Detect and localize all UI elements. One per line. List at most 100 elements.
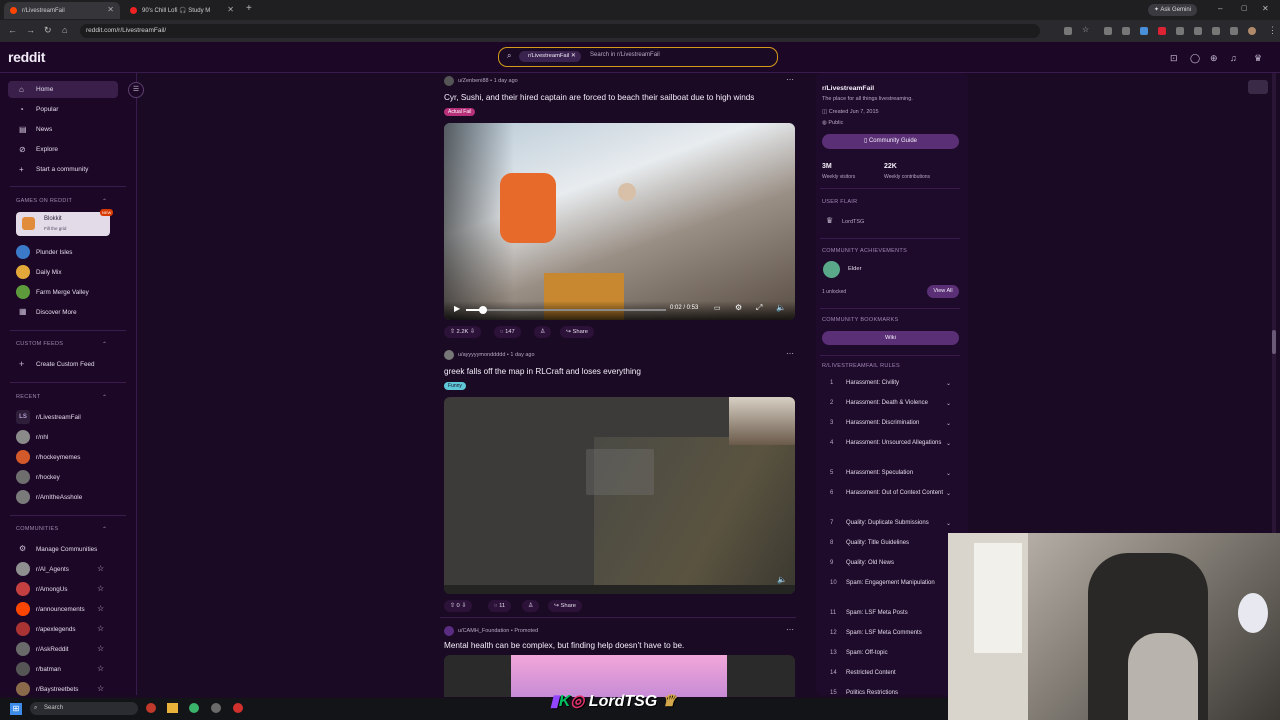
- forward-icon[interactable]: →: [26, 25, 35, 35]
- search-community-chip[interactable]: r/LivestreamFail ✕: [519, 51, 581, 62]
- sidebar-item-popular[interactable]: ◔ Popular: [8, 101, 118, 118]
- extension-icon[interactable]: [1194, 27, 1202, 35]
- volume-icon[interactable]: 🔈: [776, 303, 786, 312]
- taskbar-search[interactable]: ⌕ Search: [30, 702, 138, 715]
- chrome-icon[interactable]: [189, 703, 199, 713]
- manage-communities-link[interactable]: Manage Communities: [36, 546, 97, 553]
- game-name[interactable]: Plunder Isles: [36, 249, 72, 256]
- extension-icon[interactable]: [1104, 27, 1112, 35]
- user-avatar[interactable]: [444, 350, 454, 360]
- game-name[interactable]: Farm Merge Valley: [36, 289, 89, 296]
- post-author[interactable]: u/Zenbeni88: [458, 78, 489, 84]
- user-flair-value[interactable]: LordTSG: [842, 219, 864, 225]
- taskbar-app-icon[interactable]: [233, 703, 243, 713]
- extension-icon[interactable]: [1212, 27, 1220, 35]
- taskbar-app-icon[interactable]: [146, 703, 156, 713]
- favorite-star-icon[interactable]: ☆: [97, 644, 104, 653]
- close-tab-icon[interactable]: ✕: [107, 5, 114, 14]
- community-item[interactable]: r/AskReddit: [36, 646, 69, 653]
- extension-icon[interactable]: [1122, 27, 1130, 35]
- reddit-logo[interactable]: reddit: [8, 49, 45, 65]
- games-section-header[interactable]: GAMES ON REDDIT ⌃: [16, 198, 107, 205]
- progress-handle[interactable]: [479, 306, 487, 314]
- search-input[interactable]: Search in r/LivestreamFail: [590, 52, 660, 58]
- recent-item[interactable]: r/hockeymemes: [36, 454, 80, 461]
- game-name[interactable]: Daily Mix: [36, 269, 62, 276]
- chevron-down-icon[interactable]: ⌄: [946, 400, 951, 407]
- downvote-icon[interactable]: ⇩: [470, 329, 475, 335]
- extension-icon[interactable]: [1158, 27, 1166, 35]
- sidebar-item-start-community[interactable]: + Start a community: [8, 161, 118, 178]
- view-all-button[interactable]: View All: [927, 285, 959, 298]
- chat-icon[interactable]: ◯: [1190, 53, 1200, 64]
- upvote-icon[interactable]: ⇧: [450, 603, 455, 609]
- comments-button[interactable]: ◌ 147: [494, 326, 521, 338]
- award-button[interactable]: ♙: [534, 326, 552, 338]
- post-title[interactable]: Cyr, Sushi, and their hired captain are …: [444, 93, 754, 102]
- community-item[interactable]: r/AmongUs: [36, 586, 68, 593]
- file-explorer-icon[interactable]: [167, 703, 178, 713]
- tab-livestreamfail[interactable]: r/LivestreamFail ✕: [4, 2, 120, 19]
- scrollbar-thumb[interactable]: [1272, 330, 1276, 354]
- user-avatar[interactable]: [444, 626, 454, 636]
- back-icon[interactable]: ←: [8, 25, 17, 35]
- post-title[interactable]: greek falls off the map in RLCraft and l…: [444, 367, 641, 376]
- widget-icon[interactable]: [1248, 80, 1268, 94]
- sidebar-item-news[interactable]: ▤ News: [8, 121, 118, 138]
- downvote-icon[interactable]: ⇩: [461, 603, 466, 609]
- close-window-icon[interactable]: ✕: [1262, 4, 1269, 13]
- vote-button-group[interactable]: ⇧ 2.2K ⇩: [444, 326, 481, 338]
- user-avatar[interactable]: [444, 76, 454, 86]
- favorite-star-icon[interactable]: ☆: [97, 664, 104, 673]
- communities-header[interactable]: COMMUNITIES ⌃: [16, 526, 107, 533]
- create-custom-feed-link[interactable]: Create Custom Feed: [36, 361, 94, 368]
- share-button[interactable]: ↪ Share: [548, 600, 582, 612]
- wiki-button[interactable]: Wiki: [822, 331, 959, 345]
- extension-icon[interactable]: [1140, 27, 1148, 35]
- more-options-icon[interactable]: ⋯: [786, 75, 794, 84]
- volume-icon[interactable]: 🔈: [777, 575, 787, 584]
- extension-icon[interactable]: [1064, 27, 1072, 35]
- video-player[interactable]: 🔈: [444, 397, 795, 594]
- captions-icon[interactable]: ▭: [714, 304, 721, 312]
- extension-icon[interactable]: [1176, 27, 1184, 35]
- comments-button[interactable]: ◌ 11: [488, 600, 512, 612]
- recent-item[interactable]: r/hockey: [36, 474, 60, 481]
- chevron-down-icon[interactable]: ⌄: [946, 490, 951, 497]
- chevron-down-icon[interactable]: ⌄: [946, 420, 951, 427]
- vote-button-group[interactable]: ⇧ 0 ⇩: [444, 600, 473, 612]
- recent-item[interactable]: r/LivestreamFail: [36, 414, 81, 421]
- profile-avatar[interactable]: [1248, 27, 1256, 35]
- recent-header[interactable]: RECENT ⌃: [16, 394, 107, 401]
- favorite-star-icon[interactable]: ☆: [97, 584, 104, 593]
- sidebar-item-home[interactable]: ⌂ Home: [8, 81, 118, 98]
- user-avatar[interactable]: ♛: [1254, 53, 1262, 64]
- more-options-icon[interactable]: ⋯: [786, 625, 794, 634]
- community-item[interactable]: r/batman: [36, 666, 61, 673]
- minimize-icon[interactable]: –: [1218, 4, 1222, 13]
- fullscreen-icon[interactable]: ⤢: [756, 303, 762, 313]
- recent-item[interactable]: r/nhl: [36, 434, 48, 441]
- post-author[interactable]: u/ayyyyymonddddd: [458, 352, 505, 358]
- game-blokkit[interactable]: Blokkit Fill the grid NEW: [16, 209, 114, 236]
- favorite-star-icon[interactable]: ☆: [97, 564, 104, 573]
- community-item[interactable]: r/apexlegends: [36, 626, 76, 633]
- maximize-icon[interactable]: ▢: [1241, 4, 1248, 12]
- taskbar-app-icon[interactable]: [211, 703, 221, 713]
- more-options-icon[interactable]: ⋯: [786, 349, 794, 358]
- progress-track[interactable]: [466, 309, 666, 311]
- close-tab-icon[interactable]: ✕: [227, 5, 234, 14]
- post-author[interactable]: u/CAMH_Foundation: [458, 628, 509, 634]
- search-bar[interactable]: ⌕ r/LivestreamFail ✕ Search in r/Livestr…: [498, 47, 778, 67]
- community-item[interactable]: r/Baystreetbets: [36, 686, 78, 693]
- notifications-icon[interactable]: ♫: [1230, 53, 1237, 63]
- community-item[interactable]: r/AI_Agents: [36, 566, 69, 573]
- favorite-star-icon[interactable]: ☆: [97, 604, 104, 613]
- browser-menu-icon[interactable]: ⋮: [1268, 25, 1277, 36]
- sidebar-item-explore[interactable]: ⊘ Explore: [8, 141, 118, 158]
- tab-lofi[interactable]: 90's Chill Lofi 🎧 Study M ✕: [124, 2, 240, 19]
- windows-start-icon[interactable]: ⊞: [10, 703, 22, 715]
- play-icon[interactable]: ▶: [454, 304, 460, 313]
- share-button[interactable]: ↪ Share: [560, 326, 594, 338]
- chevron-down-icon[interactable]: ⌄: [946, 440, 951, 447]
